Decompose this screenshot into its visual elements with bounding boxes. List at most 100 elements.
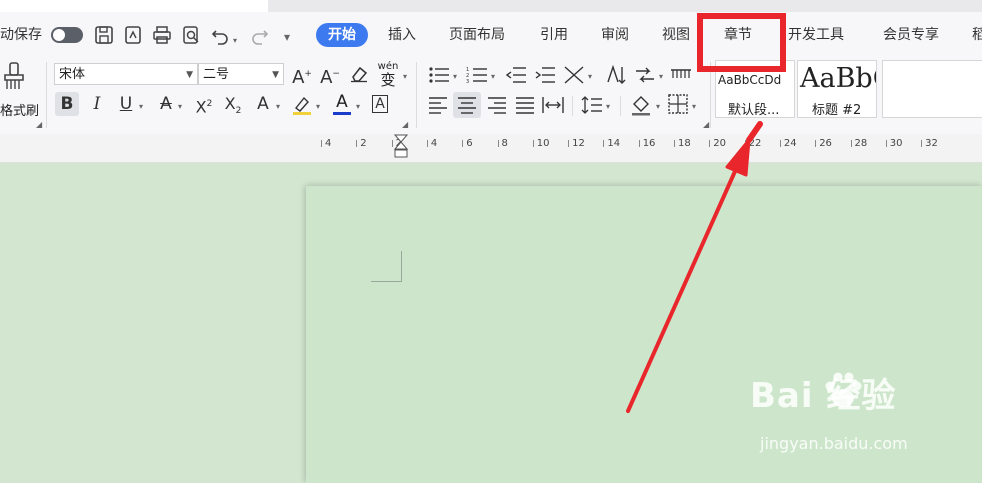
align-center-button[interactable] — [453, 92, 481, 118]
ruler-tick — [603, 140, 605, 147]
ruler-number: 18 — [678, 138, 691, 149]
bullet-dropdown-icon[interactable]: ▾ — [453, 72, 457, 81]
superscript-button[interactable]: X2 — [192, 92, 216, 116]
strikethrough-dropdown-icon[interactable]: ▾ — [178, 102, 182, 111]
italic-button[interactable]: I — [85, 92, 109, 116]
paw-icon — [825, 372, 862, 407]
tab-stops-icon[interactable] — [670, 66, 692, 84]
bullet-list-icon[interactable] — [428, 66, 450, 84]
baidu-jingyan-watermark: Bai 经验 jingyan.baidu.com — [750, 368, 982, 468]
highlight-icon[interactable] — [291, 94, 313, 116]
pinyin-dropdown-icon[interactable]: ▾ — [403, 72, 407, 81]
style-gallery-overflow[interactable] — [882, 60, 982, 118]
font-size-dropdown-icon: ▼ — [272, 70, 279, 80]
strikethrough-button[interactable]: A — [154, 92, 178, 116]
ruler-tick — [815, 140, 817, 147]
font-size-value: 二号 — [203, 67, 230, 82]
character-border-button[interactable]: A — [368, 92, 392, 116]
ruler-tick — [744, 140, 746, 147]
shading-dropdown-icon[interactable]: ▾ — [656, 102, 660, 111]
ruler-number: 26 — [819, 138, 832, 149]
ruler-tick — [779, 140, 781, 147]
ruler-tick — [462, 140, 464, 147]
text-effect-dropdown-icon[interactable]: ▾ — [276, 102, 280, 111]
tab-view[interactable]: 视图 — [662, 23, 690, 47]
line-spacing-dropdown-icon[interactable]: ▾ — [606, 102, 610, 111]
undo-icon[interactable] — [210, 25, 230, 45]
autosave-label: 动保存 — [0, 27, 42, 43]
font-name-value: 宋体 — [59, 67, 86, 82]
format-painter-label[interactable]: 格式刷 — [0, 100, 39, 119]
pinyin-char: 变 — [380, 71, 396, 89]
pinyin-guide-button[interactable]: wén 变 — [376, 62, 400, 89]
marks-dropdown-icon[interactable]: ▾ — [659, 72, 663, 81]
sort-icon[interactable] — [604, 65, 626, 85]
tab-developer-tools[interactable]: 开发工具 — [788, 23, 844, 47]
line-spacing-icon[interactable] — [581, 95, 603, 115]
margin-corner-mark — [371, 251, 402, 282]
tab-insert[interactable]: 插入 — [388, 23, 416, 47]
ruler-tick — [638, 140, 640, 147]
ruler-tick — [497, 140, 499, 147]
font-color-dropdown-icon[interactable]: ▾ — [356, 102, 360, 111]
customize-toolbar-icon[interactable]: ▾ — [284, 30, 290, 44]
tab-overflow[interactable]: 稻 — [972, 23, 982, 47]
home-ribbon: 格式刷 ◢ 宋体 ▼ 二号 ▼ A+ A− wén 变 ▾ B I U ▾ A ▾ … — [0, 56, 982, 135]
tab-page-layout[interactable]: 页面布局 — [449, 23, 505, 47]
undo-dropdown-icon[interactable]: ▾ — [233, 36, 237, 45]
format-painter-icon[interactable] — [2, 62, 26, 90]
redo-icon[interactable] — [250, 25, 270, 45]
font-expand-icon[interactable]: ◢ — [402, 120, 408, 129]
paragraph-expand-icon[interactable]: ◢ — [703, 120, 709, 129]
shrink-font-icon[interactable]: A− — [318, 62, 342, 88]
tab-review[interactable]: 审阅 — [601, 23, 629, 47]
decrease-indent-icon[interactable] — [505, 66, 527, 84]
style-default-label: 默认段... — [728, 103, 780, 118]
tab-member-exclusive[interactable]: 会员专享 — [883, 23, 939, 47]
align-left-icon[interactable] — [428, 96, 448, 114]
highlight-dropdown-icon[interactable]: ▾ — [316, 102, 320, 111]
distribute-icon[interactable] — [542, 96, 564, 114]
font-color-bar — [333, 112, 351, 115]
text-direction-icon[interactable] — [563, 65, 585, 85]
indent-marker-icon[interactable] — [394, 134, 408, 158]
print-icon[interactable] — [152, 25, 172, 45]
numbered-dropdown-icon[interactable]: ▾ — [491, 72, 495, 81]
clipboard-expand-icon[interactable]: ◢ — [36, 120, 42, 129]
text-effect-button[interactable]: A — [251, 92, 275, 116]
numbered-list-icon[interactable]: 123 — [466, 66, 488, 84]
shading-icon[interactable] — [630, 94, 652, 116]
horizontal-ruler[interactable]: 4 2 2 4 6 8 10 12 14 16 18 20 22 24 26 28 30 32 — [0, 134, 982, 163]
ribbon-separator — [46, 62, 47, 128]
export-pdf-icon[interactable] — [123, 25, 143, 45]
ruler-tick — [391, 140, 393, 147]
style-heading-2[interactable]: AaBbC( 标题 #2 — [797, 60, 877, 118]
tab-home[interactable]: 开始 — [316, 23, 368, 47]
show-hide-marks-icon[interactable] — [634, 65, 656, 85]
font-name-select[interactable]: 宋体 ▼ — [54, 63, 198, 85]
underline-button[interactable]: U — [114, 92, 138, 116]
ruler-number: 22 — [748, 138, 762, 149]
document-tab[interactable] — [0, 0, 268, 12]
justify-icon[interactable] — [515, 96, 535, 114]
bold-button[interactable]: B — [55, 92, 79, 116]
ruler-number: 28 — [854, 138, 868, 149]
ruler-tick — [921, 140, 923, 147]
grow-font-icon[interactable]: A+ — [290, 62, 314, 88]
font-size-select[interactable]: 二号 ▼ — [198, 63, 284, 85]
font-color-icon: A — [336, 92, 348, 112]
text-direction-dropdown-icon[interactable]: ▾ — [588, 72, 592, 81]
underline-dropdown-icon[interactable]: ▾ — [139, 102, 143, 111]
clear-format-icon[interactable] — [349, 65, 369, 83]
save-icon[interactable] — [94, 25, 114, 45]
ruler-tick — [885, 140, 887, 147]
borders-dropdown-icon[interactable]: ▾ — [692, 102, 696, 111]
autosave-toggle[interactable] — [51, 27, 83, 43]
print-preview-icon[interactable] — [181, 25, 201, 45]
borders-icon[interactable] — [668, 94, 688, 114]
subscript-button[interactable]: X2 — [221, 92, 245, 116]
align-right-icon[interactable] — [487, 96, 507, 114]
tab-references[interactable]: 引用 — [540, 23, 568, 47]
increase-indent-icon[interactable] — [534, 66, 556, 84]
font-color-button[interactable]: A — [330, 92, 354, 118]
